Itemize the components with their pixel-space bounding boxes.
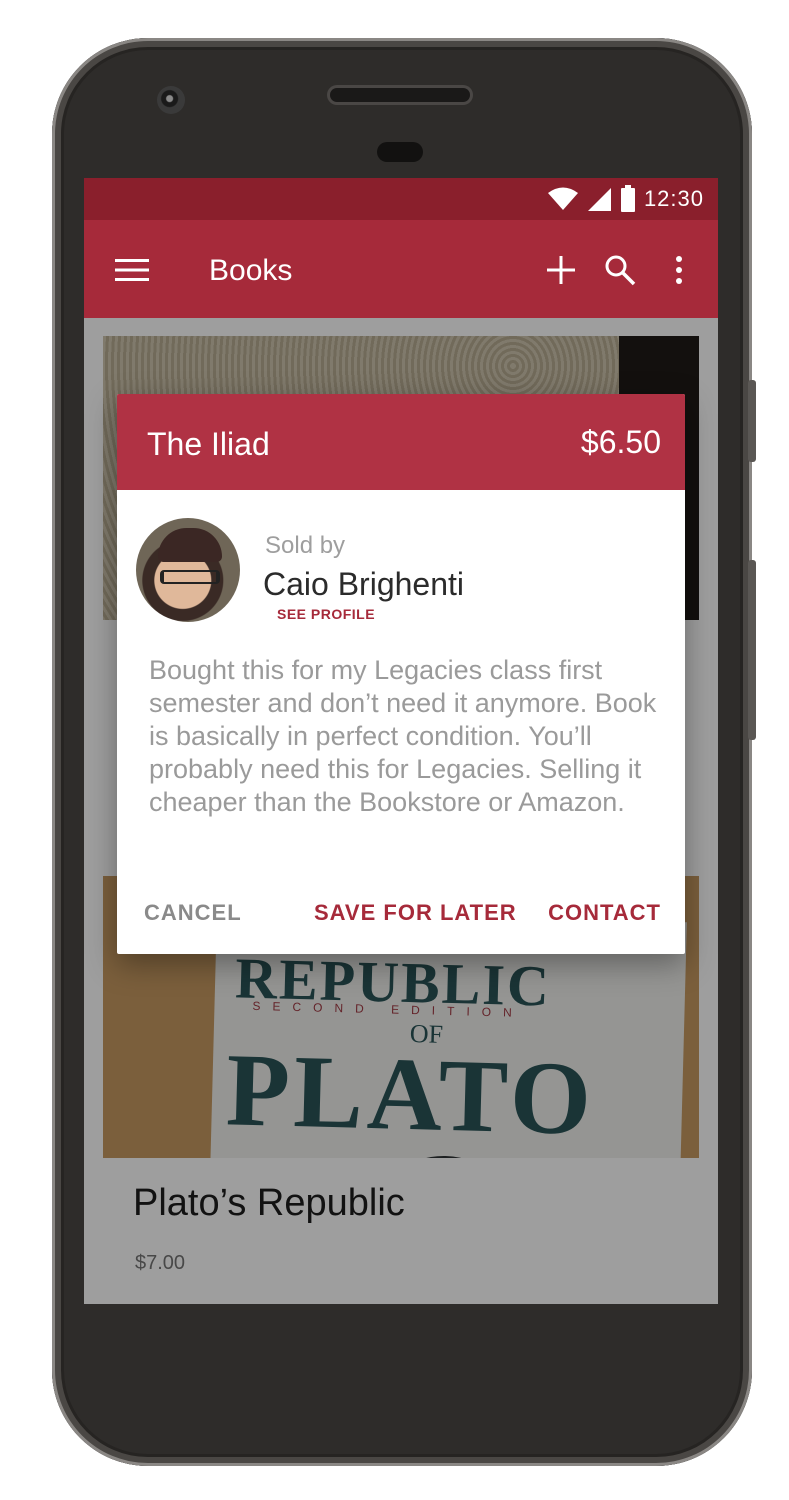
menu-button[interactable]: [112, 250, 152, 290]
dialog-actions: CANCEL SAVE FOR LATER CONTACT: [117, 884, 685, 954]
more-vertical-icon: [676, 256, 682, 284]
search-icon: [605, 255, 636, 286]
hamburger-menu-icon: [115, 259, 149, 281]
avatar-cap: [158, 528, 222, 562]
dialog-book-price: $6.50: [580, 424, 661, 460]
app-bar: Books: [84, 220, 718, 318]
power-button: [748, 380, 756, 462]
plus-icon: [547, 256, 575, 284]
see-profile-link[interactable]: SEE PROFILE: [277, 606, 375, 622]
cancel-button[interactable]: CANCEL: [144, 900, 242, 926]
sold-by-label: Sold by: [265, 532, 346, 559]
status-time: 12:30: [643, 186, 704, 211]
dialog-book-title: The Iliad: [147, 426, 270, 462]
save-for-later-button[interactable]: SAVE FOR LATER: [314, 900, 517, 926]
status-icons: 12:30: [547, 184, 704, 214]
cell-signal-icon: [587, 188, 611, 211]
contact-button[interactable]: CONTACT: [548, 900, 661, 926]
listing-description: Bought this for my Legacies class first …: [149, 655, 657, 817]
earpiece-speaker: [330, 88, 470, 102]
avatar-glasses: [160, 570, 220, 584]
search-button[interactable]: [600, 250, 640, 290]
seller-avatar[interactable]: [136, 518, 240, 622]
front-camera: [157, 86, 185, 114]
screen: 12:30 Books REPUBLIC SECOND EDITION OF P…: [84, 178, 718, 1304]
overflow-menu-button[interactable]: [659, 250, 699, 290]
add-book-button[interactable]: [541, 250, 581, 290]
wifi-icon: [547, 187, 578, 210]
seller-name: Caio Brighenti: [263, 566, 464, 602]
battery-icon: [620, 185, 635, 212]
dialog-header: The Iliad $6.50: [117, 394, 685, 490]
book-detail-dialog: The Iliad $6.50 Sold by Caio Brighenti S…: [117, 394, 685, 954]
app-bar-title: Books: [209, 254, 293, 287]
proximity-sensor: [377, 142, 423, 162]
status-bar: 12:30: [84, 178, 718, 220]
volume-button: [748, 560, 756, 740]
